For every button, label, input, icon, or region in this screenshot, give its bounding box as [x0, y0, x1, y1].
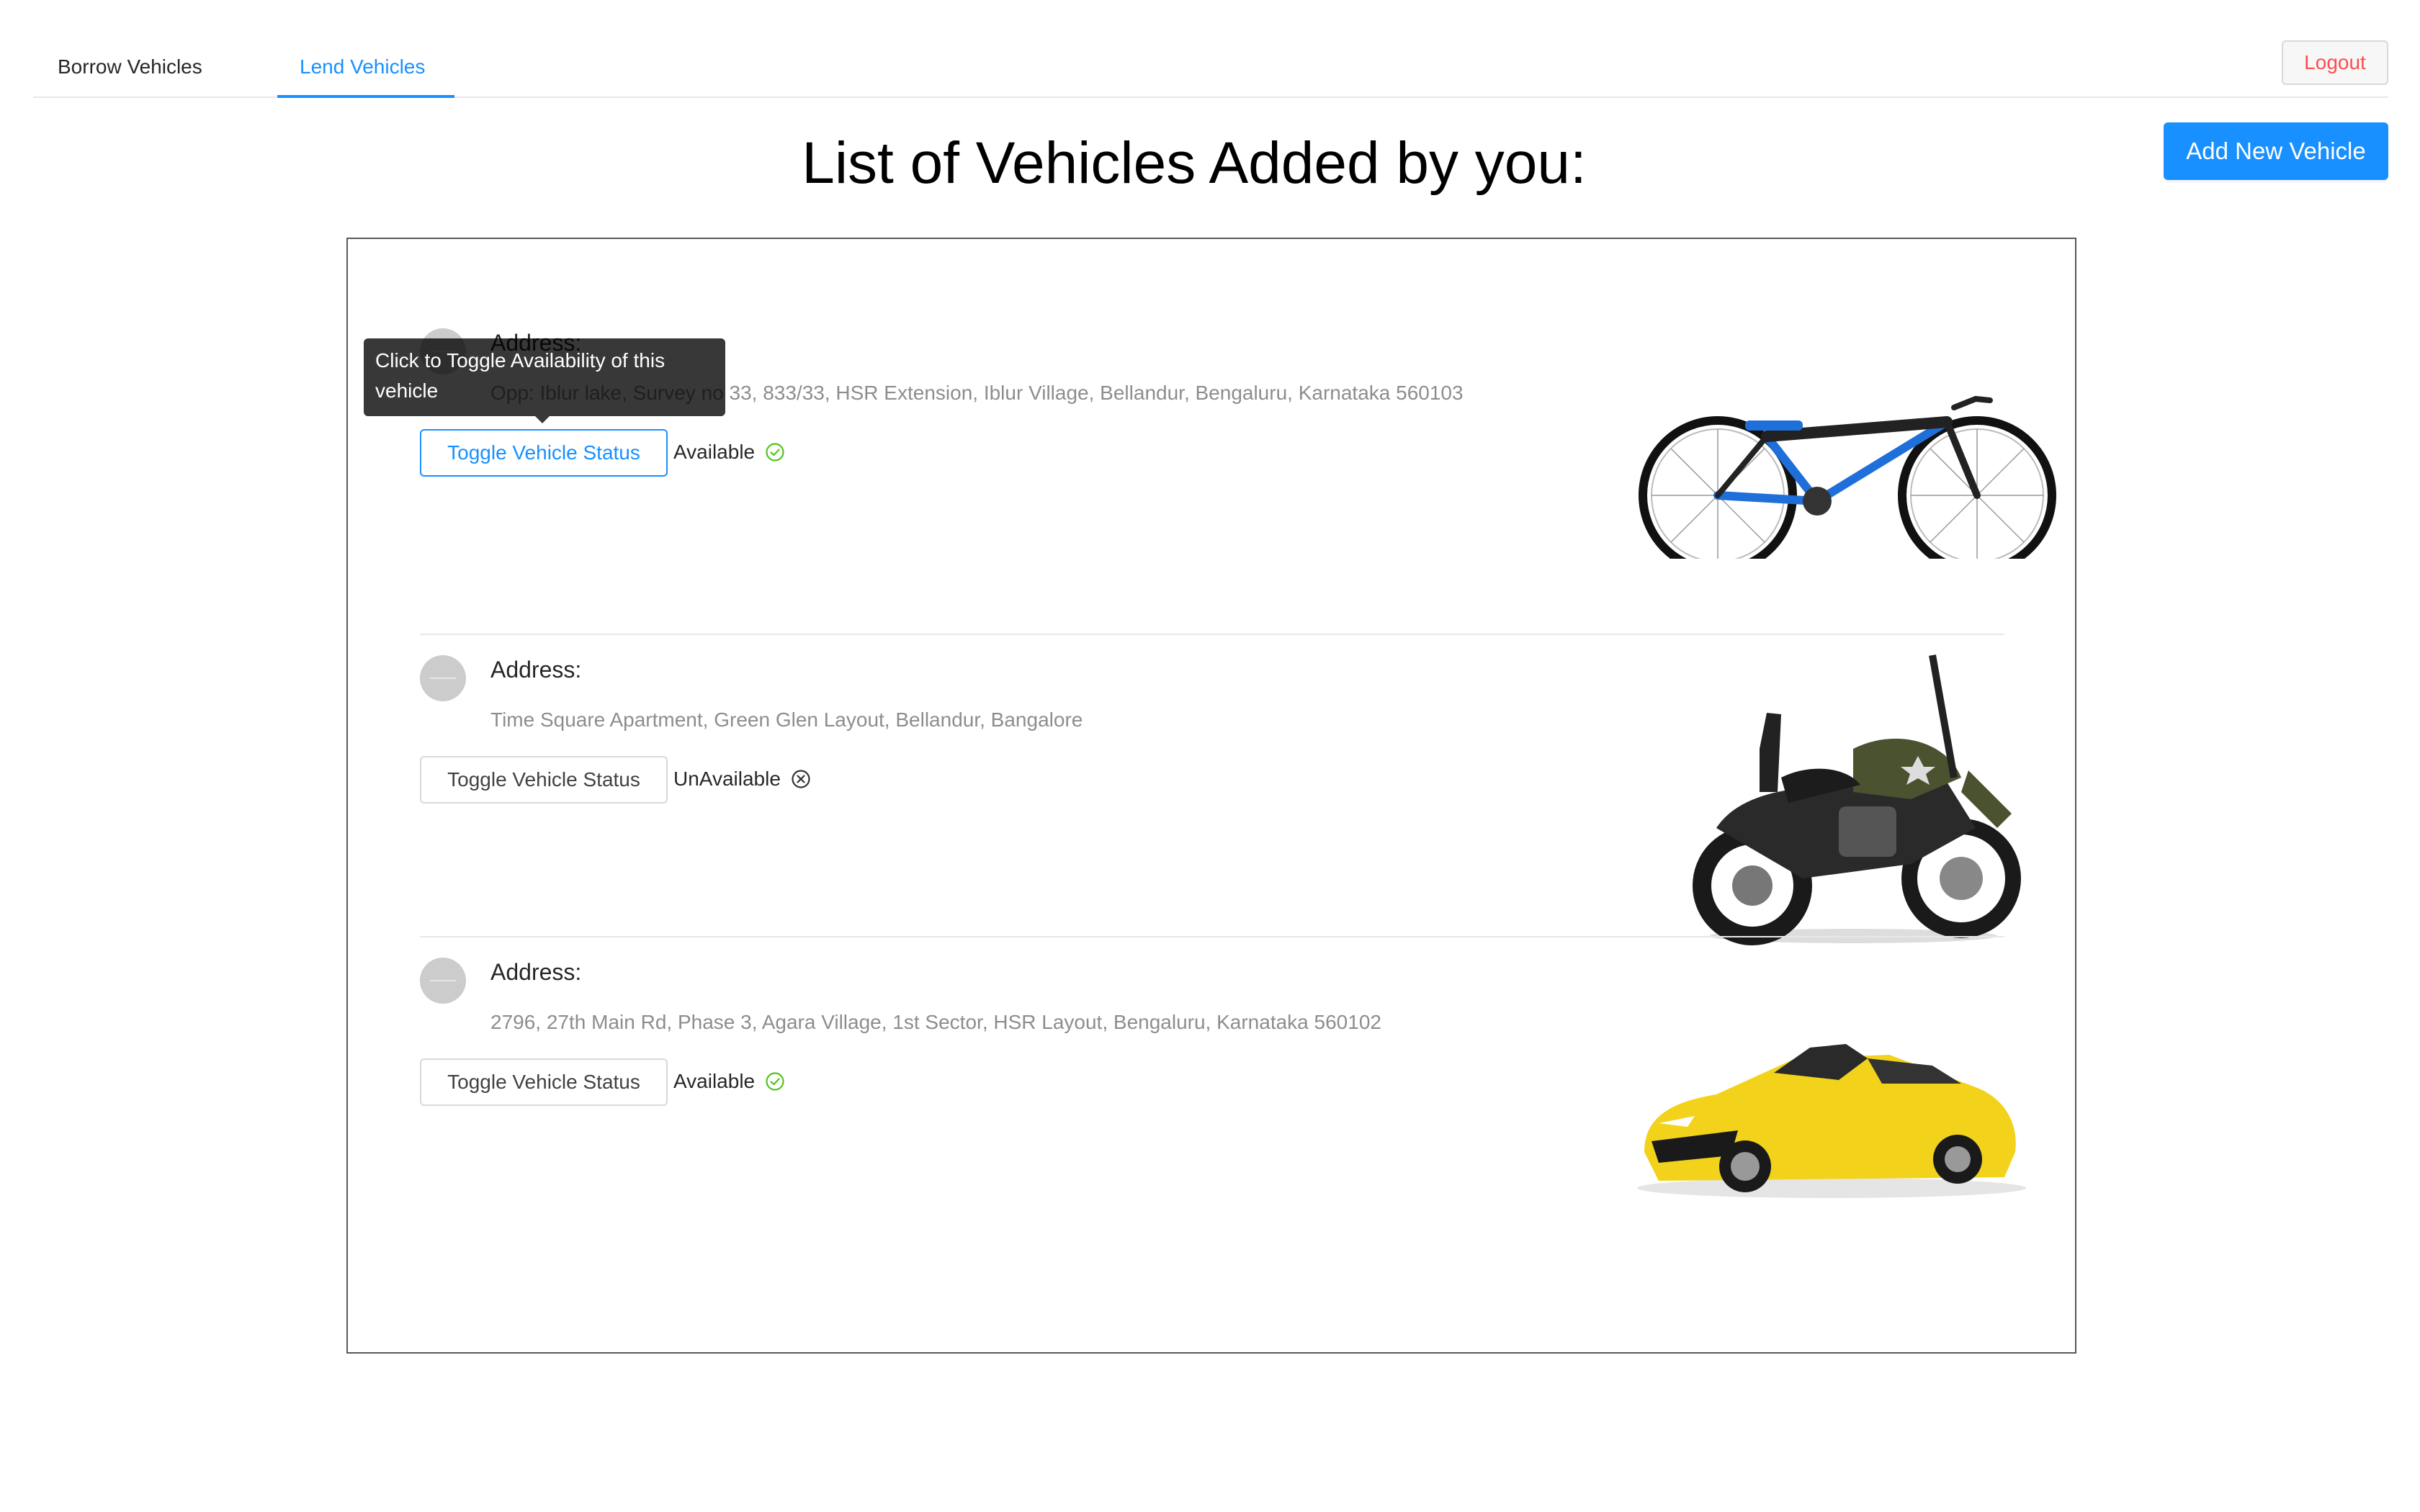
toggle-vehicle-status-button[interactable]: Toggle Vehicle Status	[420, 756, 668, 804]
page-title: List of Vehicles Added by you:	[802, 130, 1587, 196]
tab-lend-vehicles[interactable]: Lend Vehicles	[300, 36, 425, 98]
status-badge: Available	[673, 1070, 785, 1093]
list-item: Address: Time Square Apartment, Green Gl…	[420, 654, 2021, 979]
toggle-availability-tooltip: Click to Toggle Availability of this veh…	[364, 338, 725, 423]
active-tab-indicator	[277, 95, 454, 98]
status-text: Available	[673, 1070, 756, 1092]
toggle-vehicle-status-button[interactable]: Toggle Vehicle Status	[420, 1058, 668, 1106]
avatar	[420, 655, 466, 701]
avatar	[420, 958, 466, 1004]
address-title: Address:	[490, 657, 582, 683]
toggle-vehicle-status-button[interactable]: Toggle Vehicle Status	[420, 429, 668, 477]
check-circle-icon	[766, 443, 784, 462]
status-text: UnAvailable	[673, 768, 781, 790]
close-circle-icon	[792, 770, 810, 788]
tab-borrow-vehicles[interactable]: Borrow Vehicles	[58, 36, 202, 98]
list-divider	[420, 634, 2004, 635]
address-title: Address:	[490, 959, 582, 985]
address-text: Time Square Apartment, Green Glen Layout…	[490, 708, 1083, 731]
list-divider	[420, 936, 2004, 937]
list-item: Address: 2796, 27th Main Rd, Phase 3, Ag…	[420, 958, 2026, 1282]
check-circle-icon	[766, 1072, 784, 1091]
status-badge: UnAvailable	[673, 768, 811, 791]
status-text: Available	[673, 441, 756, 463]
logout-button[interactable]: Logout	[2282, 40, 2388, 85]
status-badge: Available	[673, 441, 785, 464]
motorcycle-image	[1693, 654, 2021, 945]
address-text: 2796, 27th Main Rd, Phase 3, Agara Villa…	[490, 1011, 1381, 1033]
bicycle-image	[1639, 395, 2056, 559]
tab-bar: Borrow Vehicles Lend Vehicles	[33, 36, 2388, 98]
sports-car-image	[1637, 1044, 2026, 1198]
